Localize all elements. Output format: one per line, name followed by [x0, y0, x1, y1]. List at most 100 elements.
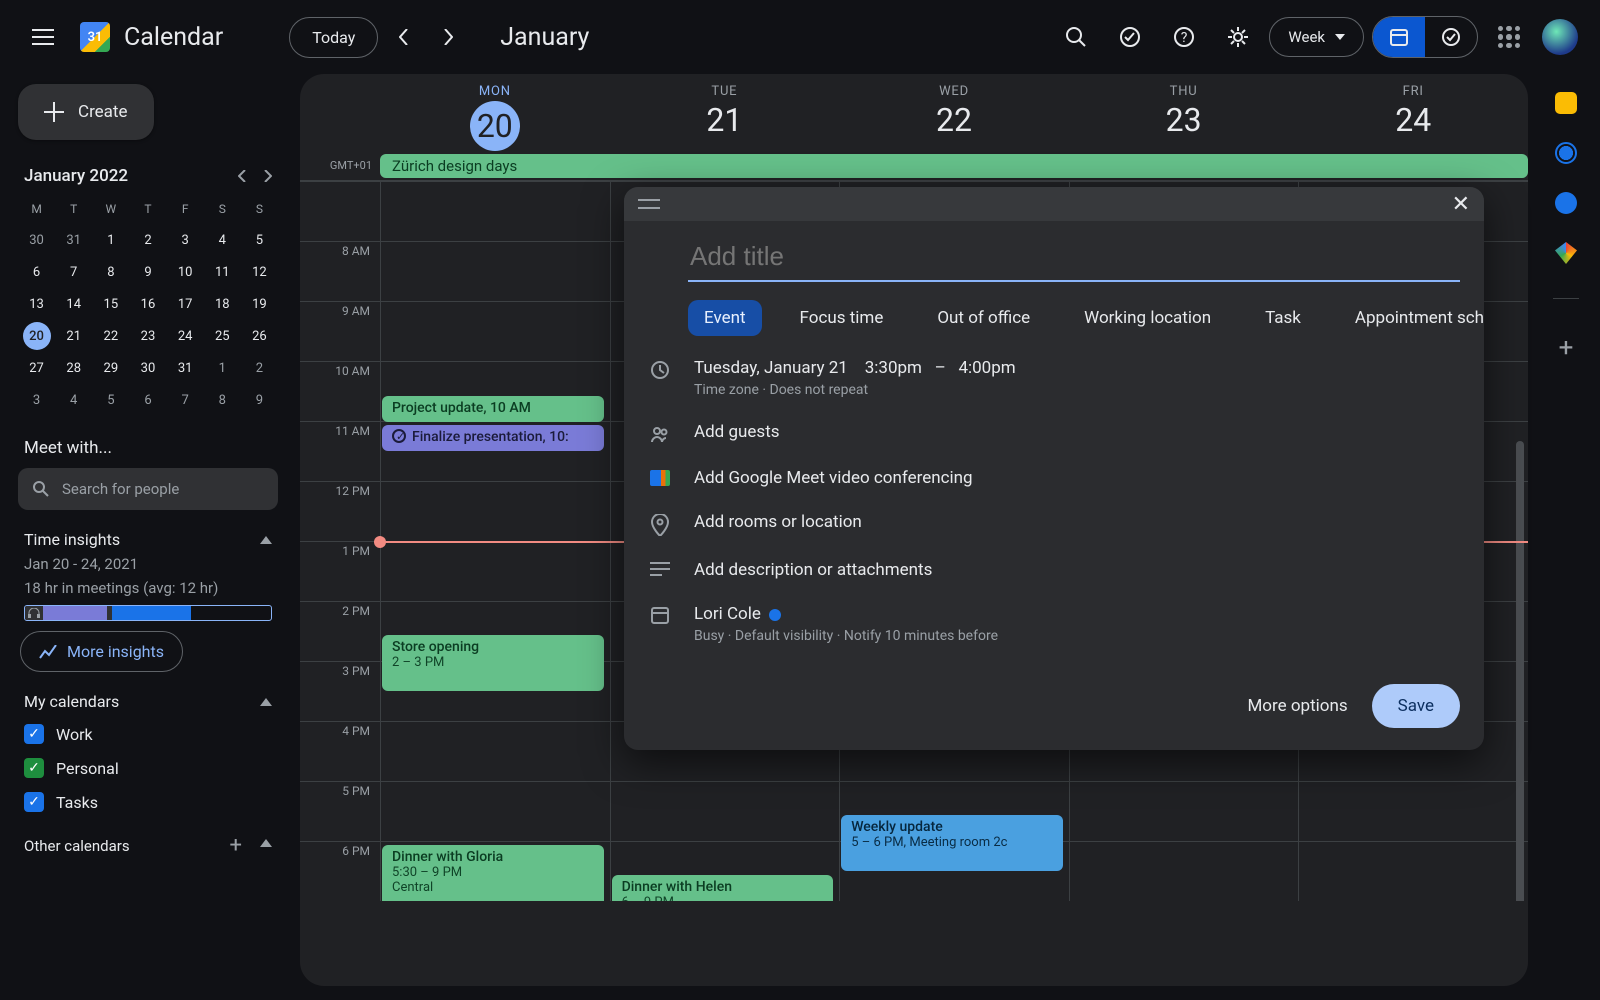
- event-type-tab[interactable]: Out of office: [921, 300, 1046, 336]
- prev-week-button[interactable]: [386, 14, 422, 60]
- mini-day[interactable]: 2: [245, 354, 273, 382]
- event-end-time[interactable]: 4:00pm: [958, 358, 1015, 378]
- avatar[interactable]: [1540, 17, 1580, 57]
- event-date[interactable]: Tuesday, January 21: [694, 358, 848, 378]
- mini-day[interactable]: 12: [245, 258, 273, 286]
- time-insights-header[interactable]: Time insights: [24, 530, 272, 549]
- mini-day[interactable]: 7: [60, 258, 88, 286]
- add-meet-button[interactable]: Add Google Meet video conferencing: [694, 468, 1460, 488]
- mini-day[interactable]: 17: [171, 290, 199, 318]
- mini-prev-button[interactable]: [238, 170, 246, 182]
- checkbox[interactable]: ✓: [24, 724, 44, 744]
- mini-day[interactable]: 8: [208, 386, 236, 414]
- mini-day[interactable]: 14: [60, 290, 88, 318]
- mini-day[interactable]: 4: [60, 386, 88, 414]
- calendar-event[interactable]: Dinner with Gloria5:30 – 9 PMCentral: [382, 845, 604, 901]
- day-header[interactable]: TUE21: [610, 84, 840, 151]
- event-type-tab[interactable]: Event: [688, 300, 762, 336]
- more-options-button[interactable]: More options: [1247, 696, 1347, 716]
- checkbox[interactable]: ✓: [24, 792, 44, 812]
- calendar-event[interactable]: ✓Finalize presentation, 10:: [382, 425, 604, 451]
- day-header[interactable]: FRI24: [1298, 84, 1528, 151]
- mini-day[interactable]: 9: [134, 258, 162, 286]
- mini-day[interactable]: 16: [134, 290, 162, 318]
- event-type-tab[interactable]: Task: [1249, 300, 1317, 336]
- calendar-event[interactable]: Store opening2 – 3 PM: [382, 635, 604, 691]
- calendar-event[interactable]: Project update, 10 AM: [382, 396, 604, 422]
- mini-day[interactable]: 1: [208, 354, 236, 382]
- mini-day[interactable]: 30: [23, 226, 51, 254]
- help-icon[interactable]: ?: [1161, 14, 1207, 60]
- organizer-name[interactable]: Lori Cole: [694, 604, 761, 624]
- mini-day[interactable]: 15: [97, 290, 125, 318]
- mini-calendar[interactable]: MTWTFSS303112345678910111213141516171819…: [18, 196, 278, 414]
- mini-day[interactable]: 29: [97, 354, 125, 382]
- mini-next-button[interactable]: [264, 170, 272, 182]
- mini-day[interactable]: 31: [171, 354, 199, 382]
- mini-day[interactable]: 6: [134, 386, 162, 414]
- add-location-button[interactable]: Add rooms or location: [694, 512, 1460, 532]
- my-calendars-header[interactable]: My calendars: [24, 692, 272, 711]
- day-header[interactable]: THU23: [1069, 84, 1299, 151]
- mini-day[interactable]: 24: [171, 322, 199, 350]
- today-button[interactable]: Today: [289, 17, 378, 58]
- organizer-status[interactable]: Busy · Default visibility · Notify 10 mi…: [694, 628, 1460, 644]
- mini-day[interactable]: 19: [245, 290, 273, 318]
- mini-day[interactable]: 2: [134, 226, 162, 254]
- create-button[interactable]: Create: [18, 84, 154, 140]
- mini-day[interactable]: 30: [134, 354, 162, 382]
- mini-day[interactable]: 11: [208, 258, 236, 286]
- mini-day[interactable]: 21: [60, 322, 88, 350]
- mini-day[interactable]: 1: [97, 226, 125, 254]
- gear-icon[interactable]: [1215, 14, 1261, 60]
- mini-day[interactable]: 3: [171, 226, 199, 254]
- apps-grid-icon[interactable]: [1486, 14, 1532, 60]
- checklist-icon[interactable]: [1107, 14, 1153, 60]
- mini-day[interactable]: 5: [245, 226, 273, 254]
- mini-day[interactable]: 4: [208, 226, 236, 254]
- calendar-event[interactable]: Weekly update5 – 6 PM, Meeting room 2c: [841, 815, 1063, 871]
- mini-day[interactable]: 27: [23, 354, 51, 382]
- mini-day[interactable]: 7: [171, 386, 199, 414]
- mini-day[interactable]: 18: [208, 290, 236, 318]
- mini-day[interactable]: 23: [134, 322, 162, 350]
- mini-day[interactable]: 31: [60, 226, 88, 254]
- mini-day[interactable]: 8: [97, 258, 125, 286]
- allday-event[interactable]: Zürich design days: [380, 154, 1528, 178]
- add-addon-button[interactable]: +: [1559, 333, 1574, 363]
- contacts-icon[interactable]: [1555, 192, 1577, 214]
- event-type-tab[interactable]: Focus time: [784, 300, 900, 336]
- event-title-input[interactable]: [688, 235, 1460, 282]
- mini-day[interactable]: 20: [23, 322, 51, 350]
- event-start-time[interactable]: 3:30pm: [865, 358, 922, 378]
- chevron-up-icon[interactable]: [260, 839, 272, 847]
- event-type-tab[interactable]: Appointment schedule: [1339, 300, 1484, 336]
- other-calendars-title[interactable]: Other calendars: [24, 837, 130, 855]
- mini-day[interactable]: 25: [208, 322, 236, 350]
- calendar-item[interactable]: ✓Tasks: [20, 785, 278, 819]
- mini-day[interactable]: 13: [23, 290, 51, 318]
- checkbox[interactable]: ✓: [24, 758, 44, 778]
- mini-day[interactable]: 9: [245, 386, 273, 414]
- add-guests-button[interactable]: Add guests: [694, 422, 1460, 442]
- menu-icon[interactable]: [20, 14, 66, 60]
- event-tz-repeat[interactable]: Time zone · Does not repeat: [694, 382, 1460, 398]
- calendar-event[interactable]: Dinner with Helen6 – 9 PM: [612, 875, 834, 901]
- mini-day[interactable]: 3: [23, 386, 51, 414]
- mini-day[interactable]: 28: [60, 354, 88, 382]
- tasks-icon[interactable]: [1555, 142, 1577, 164]
- event-type-tab[interactable]: Working location: [1068, 300, 1227, 336]
- calendar-view-button[interactable]: [1373, 17, 1425, 57]
- mini-day[interactable]: 5: [97, 386, 125, 414]
- mini-day[interactable]: 6: [23, 258, 51, 286]
- mini-day[interactable]: 22: [97, 322, 125, 350]
- add-calendar-button[interactable]: +: [230, 839, 242, 853]
- mini-day[interactable]: 10: [171, 258, 199, 286]
- day-header[interactable]: MON20: [380, 84, 610, 151]
- search-icon[interactable]: [1053, 14, 1099, 60]
- keep-icon[interactable]: [1555, 92, 1577, 114]
- more-insights-button[interactable]: More insights: [20, 631, 183, 672]
- day-header[interactable]: WED22: [839, 84, 1069, 151]
- view-selector[interactable]: Week: [1269, 17, 1364, 57]
- tasks-view-button[interactable]: [1425, 17, 1477, 57]
